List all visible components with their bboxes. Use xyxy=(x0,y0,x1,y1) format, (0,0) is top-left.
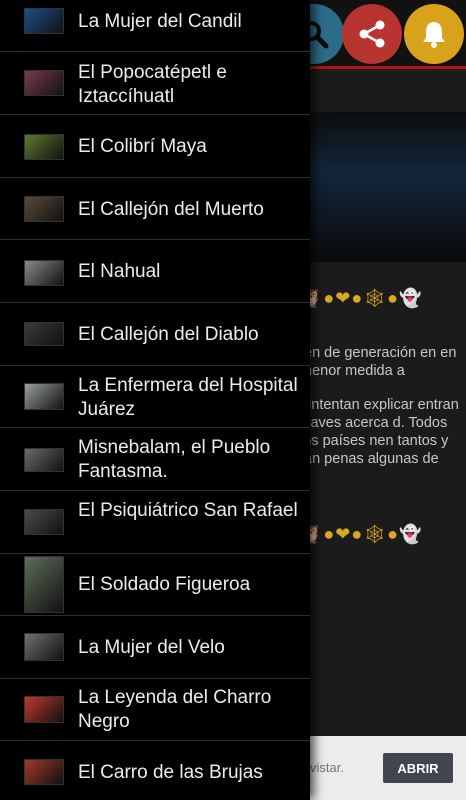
drawer-item-label: El Carro de las Brujas xyxy=(78,762,263,783)
drawer-item-label: La Enfermera del Hospital Juárez xyxy=(78,375,298,420)
drawer-item-label: El Callejón del Muerto xyxy=(78,199,264,220)
share-button[interactable] xyxy=(342,4,402,64)
drawer-item[interactable]: La Enfermera del Hospital Juárez xyxy=(0,366,310,428)
drawer-item-label: El Nahual xyxy=(78,261,161,282)
legend-thumbnail xyxy=(24,448,64,472)
drawer-item-label: El Psiquiátrico San Rafael xyxy=(78,500,298,521)
drawer-item-label: El Soldado Figueroa xyxy=(78,574,251,595)
legend-thumbnail xyxy=(24,633,64,661)
drawer-item[interactable]: El Soldado Figueroa xyxy=(0,554,310,616)
article-paragraph: , intentan explicar entran claves acerca… xyxy=(300,397,459,467)
drawer-item[interactable]: El Psiquiátrico San Rafael xyxy=(0,491,310,554)
drawer-item-label: La Mujer del Candil xyxy=(78,11,242,32)
ad-text: vistar. xyxy=(310,760,344,775)
legend-thumbnail xyxy=(24,196,64,222)
legend-thumbnail xyxy=(24,260,64,286)
drawer-item[interactable]: El Colibrí Maya xyxy=(0,115,310,178)
drawer-item[interactable]: El Popocatépetl e Iztaccíhuatl xyxy=(0,52,310,115)
drawer-item[interactable]: El Carro de las Brujas xyxy=(0,741,310,800)
background-article-text: ten de generación en en menor medida a ,… xyxy=(300,344,466,484)
legend-thumbnail xyxy=(24,70,64,96)
drawer-item[interactable]: La Leyenda del Charro Negro xyxy=(0,679,310,741)
navigation-drawer: La Mujer del Candil El Popocatépetl e Iz… xyxy=(0,0,310,800)
drawer-item-label: Misnebalam, el Pueblo Fantasma. xyxy=(78,437,271,482)
emoji-divider-bottom: 🦉●❤●🕸●👻 xyxy=(300,524,423,544)
legend-thumbnail xyxy=(24,759,64,785)
notifications-button[interactable] xyxy=(404,4,464,64)
share-icon xyxy=(359,20,385,48)
legend-thumbnail xyxy=(24,509,64,535)
drawer-item[interactable]: El Nahual xyxy=(0,240,310,303)
drawer-item[interactable]: La Mujer del Candil xyxy=(0,0,310,52)
legend-thumbnail xyxy=(24,383,64,410)
drawer-item[interactable]: El Callejón del Muerto xyxy=(0,178,310,240)
legend-thumbnail xyxy=(24,696,64,723)
bell-icon xyxy=(423,22,445,48)
legend-thumbnail xyxy=(24,134,64,160)
background-image xyxy=(300,112,466,262)
emoji-divider-top: 🦉●❤●🕸●👻 xyxy=(300,288,423,308)
drawer-item[interactable]: Misnebalam, el Pueblo Fantasma. xyxy=(0,428,310,491)
drawer-item-label: El Callejón del Diablo xyxy=(78,324,259,345)
drawer-item[interactable]: La Mujer del Velo xyxy=(0,616,310,679)
ad-open-button[interactable]: ABRIR xyxy=(383,753,453,783)
article-paragraph: ten de generación en en menor medida a xyxy=(300,345,457,379)
drawer-item-label: El Popocatépetl e Iztaccíhuatl xyxy=(78,62,227,107)
legend-thumbnail xyxy=(24,556,64,613)
drawer-item-label: La Mujer del Velo xyxy=(78,637,225,658)
legend-thumbnail xyxy=(24,322,64,346)
drawer-item-label: La Leyenda del Charro Negro xyxy=(78,687,272,732)
legend-thumbnail xyxy=(24,8,64,34)
drawer-item-label: El Colibrí Maya xyxy=(78,136,207,157)
drawer-item[interactable]: El Callejón del Diablo xyxy=(0,303,310,366)
